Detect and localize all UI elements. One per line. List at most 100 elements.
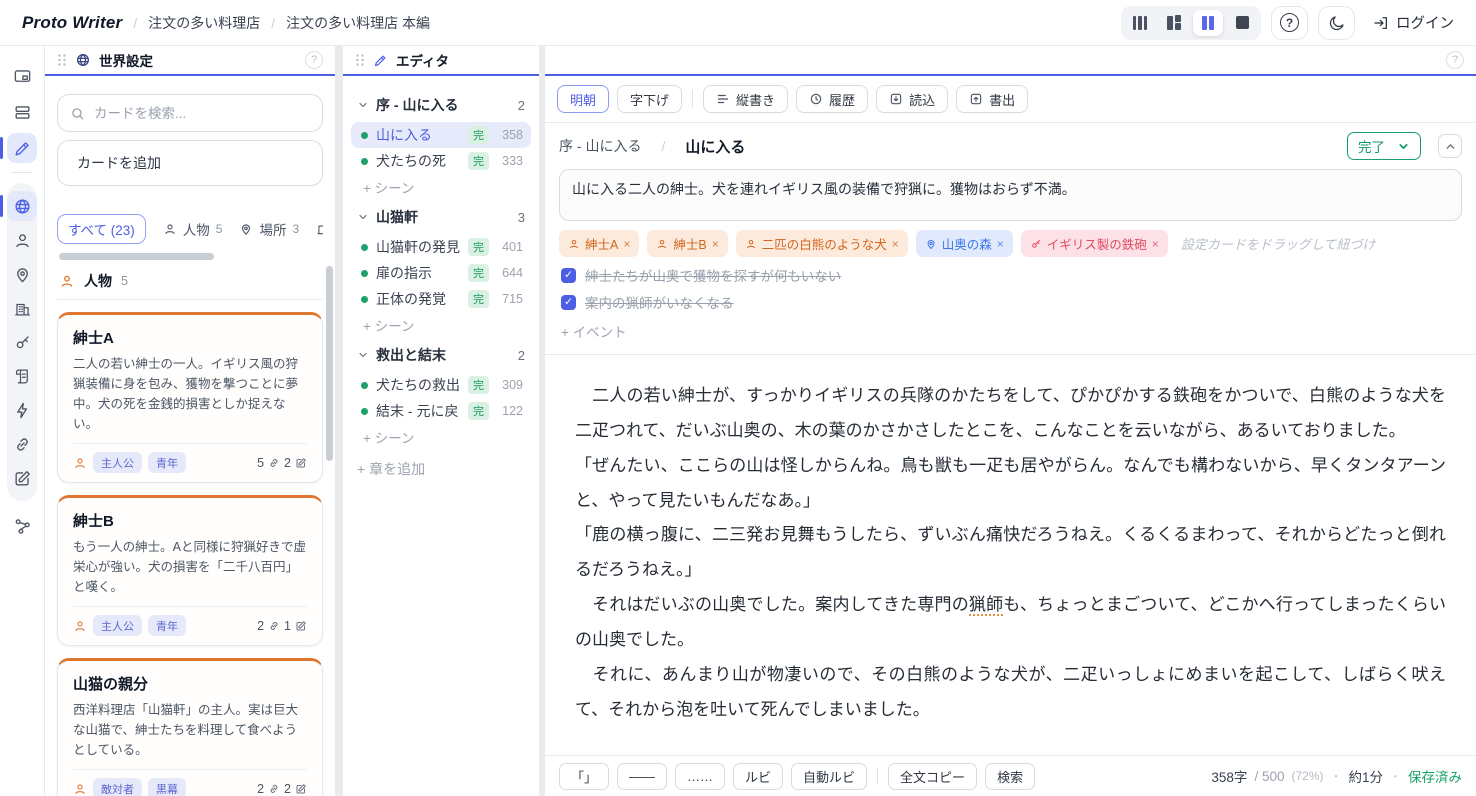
- filter-label: 場所: [259, 219, 286, 239]
- scene-summary-input[interactable]: 山に入る二人の紳士。犬を連れイギリス風の装備で狩猟に。獲物はおらず不満。: [559, 169, 1462, 221]
- remove-tag-icon[interactable]: ×: [997, 237, 1004, 251]
- scene-item[interactable]: 山に入る 完 358: [351, 122, 531, 148]
- dark-mode-button[interactable]: [1318, 6, 1355, 40]
- import-button[interactable]: 読込: [876, 85, 948, 113]
- scene-item[interactable]: 山猫軒の発見 完 401: [351, 234, 531, 260]
- rail-item-projects[interactable]: [7, 61, 37, 91]
- clock-icon: [809, 92, 823, 106]
- scene-status-select[interactable]: 完了: [1347, 132, 1421, 160]
- layout-single-pane-button[interactable]: [1227, 10, 1257, 36]
- linked-term[interactable]: 猟師: [969, 595, 1003, 616]
- add-card-button[interactable]: カードを追加: [57, 140, 323, 186]
- layout-sidebar-button[interactable]: [1159, 10, 1189, 36]
- linked-card-tag[interactable]: 紳士A ×: [559, 230, 639, 257]
- key-icon: [13, 333, 32, 352]
- rail-item-relations[interactable]: [7, 429, 37, 459]
- collapse-meta-button[interactable]: [1438, 134, 1462, 158]
- rail-item-characters[interactable]: [7, 225, 37, 255]
- indent-button[interactable]: 字下げ: [617, 85, 682, 113]
- panel-help-icon[interactable]: ?: [1446, 51, 1464, 69]
- drag-handle-icon[interactable]: [57, 53, 67, 67]
- help-button[interactable]: ?: [1271, 6, 1308, 40]
- rail-item-boards[interactable]: [7, 97, 37, 127]
- filter-characters-chip[interactable]: 人物 5: [163, 219, 223, 239]
- rail-item-editor[interactable]: [7, 133, 37, 163]
- link-icon: [268, 620, 280, 632]
- characters-section-header: 人物 5: [57, 271, 323, 300]
- rail-item-organizations[interactable]: [7, 293, 37, 323]
- breadcrumb-chapter[interactable]: 序 - 山に入る: [559, 136, 641, 156]
- vertical-writing-button[interactable]: 縦書き: [703, 85, 788, 113]
- linked-card-tag[interactable]: 山奥の森 ×: [916, 230, 1013, 257]
- search-button[interactable]: 検索: [985, 763, 1035, 790]
- history-button[interactable]: 履歴: [796, 85, 868, 113]
- breadcrumb-document[interactable]: 注文の多い料理店 本編: [286, 13, 430, 33]
- linked-card-tag[interactable]: 二匹の白熊のような犬 ×: [736, 230, 908, 257]
- rail-divider: [11, 172, 33, 173]
- remove-tag-icon[interactable]: ×: [892, 237, 899, 251]
- add-scene-button[interactable]: + シーン: [351, 312, 531, 338]
- rail-item-notes[interactable]: [7, 463, 37, 493]
- breadcrumb-project[interactable]: 注文の多い料理店: [148, 13, 260, 33]
- add-chapter-button[interactable]: + 章を追加: [351, 450, 531, 488]
- vertical-scrollbar-thumb[interactable]: [326, 266, 333, 461]
- globe-icon: [75, 52, 91, 68]
- layout-three-columns-button[interactable]: [1125, 10, 1155, 36]
- rail-item-events[interactable]: [7, 395, 37, 425]
- checked-checkbox[interactable]: ✓: [561, 295, 576, 310]
- scrollbar-thumb[interactable]: [59, 253, 214, 260]
- login-button[interactable]: ログイン: [1373, 12, 1454, 33]
- chapter-header[interactable]: 救出と結末 2: [351, 338, 531, 372]
- card-search-input[interactable]: [94, 106, 310, 121]
- scene-item[interactable]: 犬たちの救出 完 309: [351, 372, 531, 398]
- rail-item-lore[interactable]: [7, 361, 37, 391]
- insert-dash-button[interactable]: ——: [617, 763, 667, 790]
- filter-label: 人物: [183, 219, 210, 239]
- card-footer: 敵対者 黒幕 2 2: [73, 769, 307, 796]
- scene-item[interactable]: 犬たちの死 完 333: [351, 148, 531, 174]
- linked-card-tag[interactable]: イギリス製の鉄砲 ×: [1021, 230, 1168, 257]
- add-event-button[interactable]: + イベント: [545, 312, 1476, 354]
- filter-all-chip[interactable]: すべて (23): [57, 214, 146, 244]
- scene-title: 結末 - 元に戻らな…: [376, 401, 460, 421]
- scene-item[interactable]: 正体の発覚 完 715: [351, 286, 531, 312]
- panel-help-icon[interactable]: ?: [305, 51, 323, 69]
- filter-places-chip[interactable]: 場所 3: [239, 219, 299, 239]
- chapter-header[interactable]: 山猫軒 3: [351, 200, 531, 234]
- linked-card-tag[interactable]: 紳士B ×: [647, 230, 727, 257]
- scene-char-count: 122: [497, 404, 523, 418]
- character-card[interactable]: 紳士A 二人の若い紳士の一人。イギリス風の狩猟装備に身を包み、獲物を撃つことに夢…: [57, 312, 323, 483]
- font-mincho-button[interactable]: 明朝: [557, 85, 609, 113]
- checked-checkbox[interactable]: ✓: [561, 268, 576, 283]
- insert-brackets-button[interactable]: 「」: [559, 763, 609, 790]
- chapter-tree: 序 - 山に入る 2 山に入る 完 358 犬たちの死 完 333 + シーン …: [343, 76, 539, 500]
- scene-item[interactable]: 扉の指示 完 644: [351, 260, 531, 286]
- layout-two-columns-button[interactable]: [1193, 10, 1223, 36]
- chapter-header[interactable]: 序 - 山に入る 2: [351, 88, 531, 122]
- insert-ellipsis-button[interactable]: ……: [675, 763, 725, 790]
- remove-tag-icon[interactable]: ×: [712, 237, 719, 251]
- add-scene-button[interactable]: + シーン: [351, 174, 531, 200]
- manuscript-text-area[interactable]: 二人の若い紳士が、すっかりイギリスの兵隊のかたちをして、ぴかぴかする鉄砲をかつい…: [545, 355, 1476, 755]
- character-card[interactable]: 山猫の親分 西洋料理店「山猫軒」の主人。実は巨大な山猫で、紳士たちを料理して食べ…: [57, 658, 323, 796]
- rail-item-graph[interactable]: [7, 511, 37, 541]
- copy-all-button[interactable]: 全文コピー: [888, 763, 977, 790]
- remove-tag-icon[interactable]: ×: [1152, 237, 1159, 251]
- rail-item-places[interactable]: [7, 259, 37, 289]
- auto-ruby-button[interactable]: 自動ルビ: [791, 763, 867, 790]
- drag-handle-icon[interactable]: [355, 53, 365, 67]
- horizontal-scrollbar[interactable]: [57, 253, 323, 260]
- character-card[interactable]: 紳士B もう一人の紳士。Aと同様に狩猟好きで虚栄心が強い。犬の損害を「二千八百円…: [57, 495, 323, 646]
- remove-tag-icon[interactable]: ×: [623, 237, 630, 251]
- chapter-title: 山猫軒: [376, 207, 418, 227]
- world-settings-panel: 世界設定 ? カードを追加 すべて (23) 人物 5 場所 3: [45, 46, 335, 796]
- filter-organizations-chip[interactable]: 組織: [316, 219, 323, 239]
- rail-item-world[interactable]: [7, 191, 37, 221]
- rail-item-items[interactable]: [7, 327, 37, 357]
- done-badge: 完: [468, 402, 489, 420]
- ruby-button[interactable]: ルビ: [733, 763, 783, 790]
- export-button[interactable]: 書出: [956, 85, 1028, 113]
- globe-icon: [13, 197, 32, 216]
- add-scene-button[interactable]: + シーン: [351, 424, 531, 450]
- scene-item[interactable]: 結末 - 元に戻らな… 完 122: [351, 398, 531, 424]
